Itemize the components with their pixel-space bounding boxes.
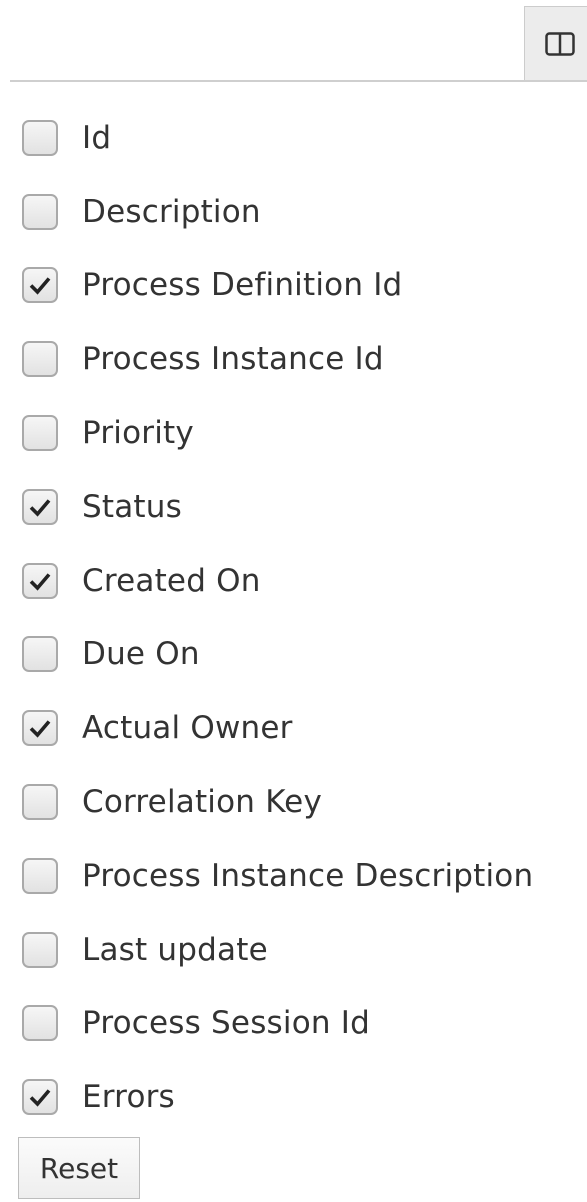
column-option-process-instance-id[interactable]: Process Instance Id: [0, 322, 587, 396]
columns-toggle-button[interactable]: [524, 6, 587, 80]
checkbox[interactable]: [22, 193, 58, 230]
option-label: Due On: [82, 636, 200, 673]
checkbox[interactable]: [22, 1005, 58, 1042]
option-label: Status: [82, 488, 182, 525]
toolbar: [10, 0, 587, 82]
checkbox[interactable]: [22, 562, 58, 599]
option-label: Process Instance Description: [82, 857, 534, 894]
checkbox[interactable]: [22, 267, 58, 304]
column-option-correlation-key[interactable]: Correlation Key: [0, 765, 587, 839]
checkmark-icon: [29, 573, 51, 591]
column-option-created-on[interactable]: Created On: [0, 544, 587, 618]
option-label: Process Definition Id: [82, 267, 403, 304]
option-label: Id: [82, 119, 112, 156]
checkbox[interactable]: [22, 1079, 58, 1116]
option-label: Actual Owner: [82, 710, 293, 747]
checkbox[interactable]: [22, 710, 58, 747]
option-label: Process Instance Id: [82, 341, 384, 378]
checkbox[interactable]: [22, 784, 58, 821]
checkbox[interactable]: [22, 119, 58, 156]
column-options-list: Id Description Process Definition Id Pro…: [0, 101, 587, 1134]
reset-button[interactable]: Reset: [18, 1137, 140, 1199]
column-option-process-definition-id[interactable]: Process Definition Id: [0, 249, 587, 323]
option-label: Priority: [82, 415, 194, 452]
checkmark-icon: [29, 1089, 51, 1107]
checkmark-icon: [29, 277, 51, 296]
checkmark-icon: [29, 720, 51, 738]
column-option-actual-owner[interactable]: Actual Owner: [0, 691, 587, 765]
checkbox[interactable]: [22, 636, 58, 673]
column-option-id[interactable]: Id: [0, 101, 587, 175]
column-option-status[interactable]: Status: [0, 470, 587, 544]
checkbox[interactable]: [22, 931, 58, 968]
checkbox[interactable]: [22, 415, 58, 452]
checkbox[interactable]: [22, 341, 58, 378]
option-label: Last update: [82, 931, 268, 968]
column-picker-panel: Id Description Process Definition Id Pro…: [0, 0, 587, 1202]
option-label: Correlation Key: [82, 784, 322, 821]
column-option-errors[interactable]: Errors: [0, 1060, 587, 1134]
option-label: Created On: [82, 562, 261, 599]
column-option-process-instance-description[interactable]: Process Instance Description: [0, 839, 587, 913]
checkbox[interactable]: [22, 857, 58, 894]
option-label: Errors: [82, 1079, 175, 1116]
checkmark-icon: [29, 499, 51, 517]
option-label: Process Session Id: [82, 1005, 371, 1042]
column-option-last-update[interactable]: Last update: [0, 913, 587, 987]
columns-icon: [545, 31, 575, 56]
option-label: Description: [82, 193, 261, 230]
column-option-due-on[interactable]: Due On: [0, 618, 587, 692]
column-option-priority[interactable]: Priority: [0, 396, 587, 470]
column-option-process-session-id[interactable]: Process Session Id: [0, 987, 587, 1061]
checkbox[interactable]: [22, 488, 58, 525]
column-option-description[interactable]: Description: [0, 175, 587, 249]
